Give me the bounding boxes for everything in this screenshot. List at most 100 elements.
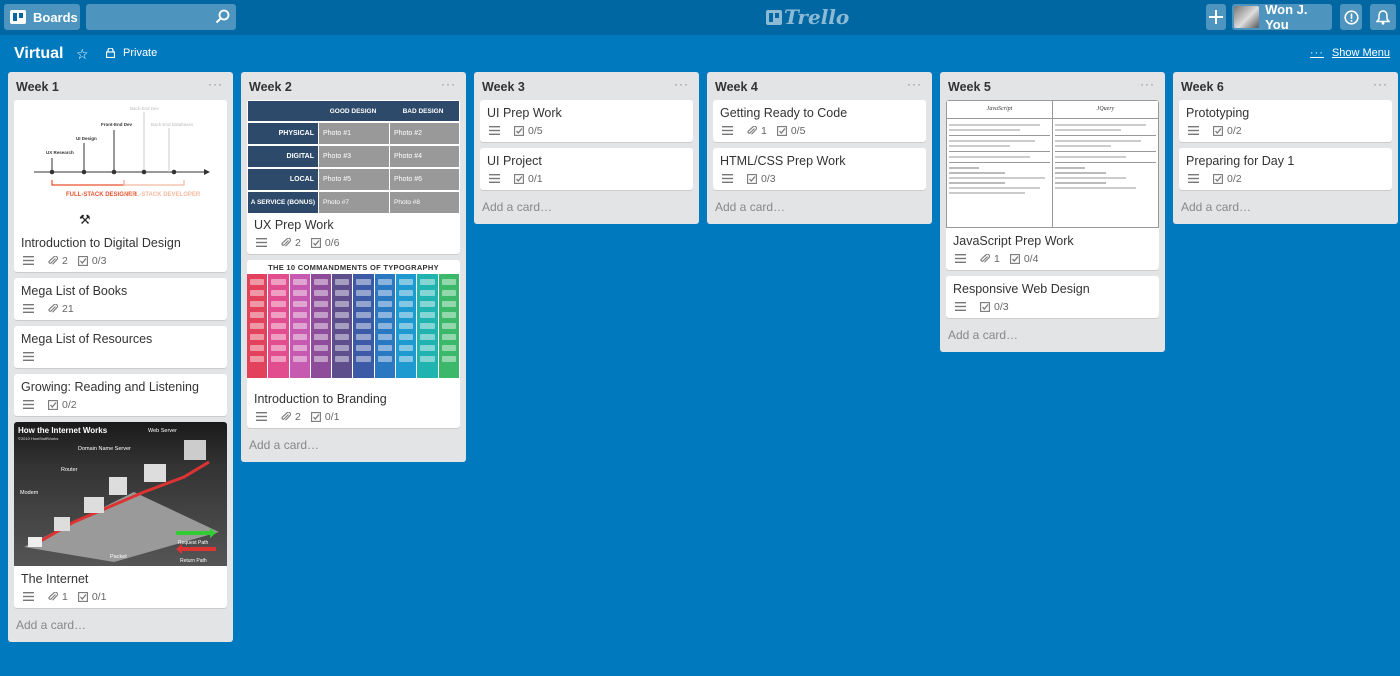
card-title: Mega List of Resources — [21, 332, 153, 346]
add-button[interactable] — [1206, 4, 1226, 30]
header-jquery: JQuery — [1096, 106, 1115, 112]
list-week-5: Week 5 ··· JavaScript JQuery JavaScript … — [940, 72, 1165, 352]
add-card-button[interactable]: Add a card… — [8, 614, 233, 642]
card-badges: 2 0/6 — [247, 234, 460, 254]
card-title: Growing: Reading and Listening — [21, 380, 199, 394]
attachment-badge: 2 — [48, 255, 68, 267]
typography-column — [268, 274, 289, 378]
card[interactable]: HTML/CSS Prep Work 0/3 — [713, 148, 926, 190]
description-icon — [23, 592, 34, 601]
attachment-badge: 2 — [281, 411, 301, 423]
label-databases: Back-End Databases — [151, 122, 194, 127]
star-icon[interactable]: ☆ — [76, 46, 89, 63]
list-title[interactable]: Week 2 — [249, 80, 292, 94]
list-menu-icon[interactable]: ··· — [208, 77, 223, 91]
card[interactable]: How the Internet Works ©2010 HowStuffWor… — [14, 422, 227, 608]
card[interactable]: THE 10 COMMANDMENTS OF TYPOGRAPHY Introd… — [247, 260, 460, 428]
add-card-button[interactable]: Add a card… — [1173, 196, 1398, 224]
avatar — [1234, 6, 1260, 28]
list-title[interactable]: Week 6 — [1181, 80, 1224, 94]
attachment-badge: 21 — [48, 303, 74, 315]
row-good: Photo #7 — [319, 192, 389, 213]
card[interactable]: UI Project 0/1 — [480, 148, 693, 190]
checklist-icon — [747, 173, 757, 184]
card[interactable]: Mega List of Resources — [14, 326, 227, 368]
card[interactable]: JavaScript JQuery JavaScript Prep Work 1… — [946, 100, 1159, 270]
add-card-button[interactable]: Add a card… — [707, 196, 932, 224]
label-modem: Modem — [20, 490, 39, 496]
add-card-button[interactable]: Add a card… — [474, 196, 699, 224]
user-name: Won J. You — [1265, 2, 1308, 32]
row-label: PHYSICAL — [248, 123, 318, 144]
list-menu-icon[interactable]: ··· — [674, 77, 689, 91]
top-header: Boards Trello Won J. You — [0, 0, 1400, 35]
card-badges: 0/5 — [480, 122, 693, 142]
description-badge — [955, 254, 970, 263]
info-button[interactable] — [1340, 4, 1362, 30]
trello-logo[interactable]: Trello — [766, 5, 849, 29]
card[interactable]: Back-End Dev Front-End Dev UI Design UX … — [14, 100, 227, 272]
typography-column — [396, 274, 417, 378]
checklist-badge: 0/5 — [776, 124, 806, 137]
card[interactable]: Mega List of Books 21 — [14, 278, 227, 320]
card[interactable]: UI Prep Work 0/5 — [480, 100, 693, 142]
label-web-server: Web Server — [148, 428, 177, 434]
list-title[interactable]: Week 4 — [715, 80, 758, 94]
row-good: Photo #5 — [319, 169, 389, 190]
description-badge — [256, 238, 271, 247]
attachment-count: 21 — [62, 302, 74, 315]
description-icon — [23, 256, 34, 265]
list-menu-icon[interactable]: ··· — [441, 77, 456, 91]
add-card-button[interactable]: Add a card… — [241, 434, 466, 462]
board-title[interactable]: Virtual — [14, 45, 64, 63]
description-badge — [722, 126, 737, 135]
label-return-path: Return Path — [180, 558, 207, 564]
attachment-badge: 1 — [747, 125, 767, 137]
card[interactable]: Responsive Web Design 0/3 — [946, 276, 1159, 318]
paperclip-icon — [48, 255, 58, 265]
internet-copyright: ©2010 HowStuffWorks — [18, 436, 58, 441]
row-good: Photo #3 — [319, 146, 389, 167]
search-input[interactable] — [86, 4, 236, 30]
description-badge — [256, 412, 271, 421]
show-menu-link[interactable]: ··· Show Menu — [1310, 47, 1390, 59]
checklist-icon — [514, 125, 524, 136]
more-icon: ··· — [1309, 47, 1324, 59]
card[interactable]: GOOD DESIGN BAD DESIGN PHYSICAL Photo #1… — [247, 100, 460, 254]
list-menu-icon[interactable]: ··· — [907, 77, 922, 91]
checklist-icon — [77, 255, 88, 266]
list-title[interactable]: Week 3 — [482, 80, 525, 94]
boards-button[interactable]: Boards — [4, 4, 80, 30]
description-badge — [1188, 174, 1203, 183]
checklist-count: 0/2 — [1227, 124, 1242, 137]
user-menu-button[interactable]: Won J. You — [1232, 2, 1332, 32]
list-menu-icon[interactable]: ··· — [1140, 77, 1155, 91]
card[interactable]: Preparing for Day 1 0/2 — [1179, 148, 1392, 190]
card[interactable]: Getting Ready to Code 1 0/5 — [713, 100, 926, 142]
card-title: Mega List of Books — [21, 284, 128, 298]
list-title[interactable]: Week 1 — [16, 80, 59, 94]
visibility-button[interactable]: Private — [106, 47, 157, 59]
checklist-badge: 0/1 — [77, 591, 106, 603]
card-badges: 0/3 — [946, 298, 1159, 318]
list-menu-icon[interactable]: ··· — [1373, 77, 1388, 91]
list-title[interactable]: Week 5 — [948, 80, 991, 94]
checklist-icon — [776, 125, 787, 136]
paperclip-icon — [747, 125, 757, 135]
card-title: Responsive Web Design — [953, 282, 1090, 296]
card[interactable]: Prototyping 0/2 — [1179, 100, 1392, 142]
card-title: Getting Ready to Code — [720, 106, 848, 120]
checklist-count: 0/5 — [790, 124, 806, 137]
typography-column — [289, 274, 310, 378]
card-cover-good-bad-design: GOOD DESIGN BAD DESIGN PHYSICAL Photo #1… — [247, 100, 460, 213]
card[interactable]: Growing: Reading and Listening 0/2 — [14, 374, 227, 416]
attachment-count: 1 — [62, 590, 68, 603]
label-packet: Packet — [110, 554, 127, 560]
card-badges: 21 — [14, 300, 227, 320]
description-badge — [489, 126, 504, 135]
checklist-count: 0/3 — [91, 254, 107, 267]
add-card-button[interactable]: Add a card… — [940, 324, 1165, 352]
notifications-button[interactable] — [1370, 4, 1396, 30]
description-icon — [1188, 126, 1199, 135]
card-cover-fullstack: Back-End Dev Front-End Dev UI Design UX … — [14, 100, 227, 230]
